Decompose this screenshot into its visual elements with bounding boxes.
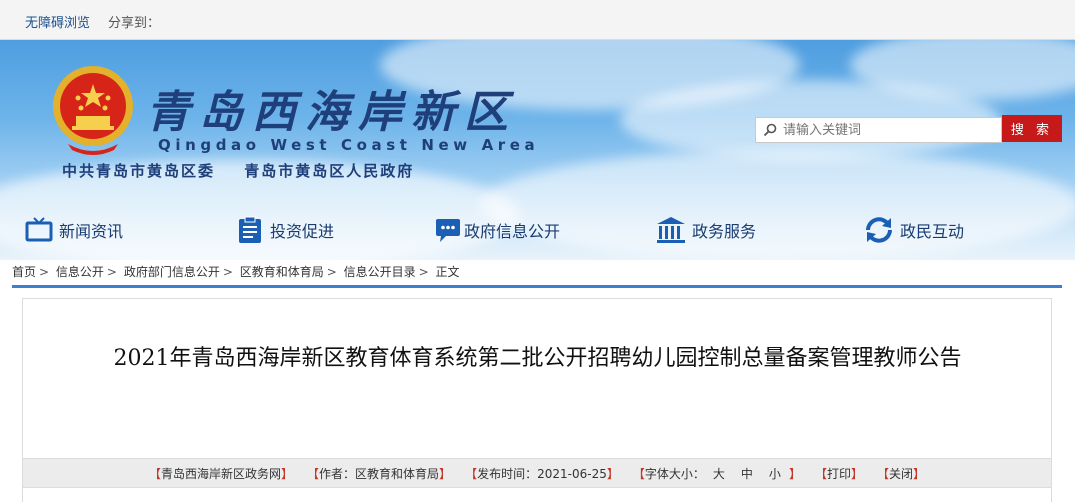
share-label: 分享到：	[108, 16, 161, 31]
nav-label: 政府信息公开	[464, 222, 561, 241]
breadcrumb-current: 正文	[435, 265, 460, 279]
breadcrumb-separator: >	[418, 265, 429, 279]
tv-icon	[25, 217, 53, 242]
font-size-label: 字体大小：	[644, 466, 705, 481]
breadcrumb-separator: >	[39, 265, 50, 279]
nav-item-news[interactable]: 新闻资讯	[25, 212, 123, 248]
main-nav: 新闻资讯 投资促进 政府信息公开 政务服务 政民互动	[0, 212, 1075, 252]
refresh-arrows-icon	[866, 217, 892, 243]
breadcrumb-dept-info[interactable]: 政府部门信息公开	[124, 265, 220, 279]
font-size-small[interactable]: 小	[769, 467, 781, 481]
clipboard-icon	[239, 216, 261, 243]
breadcrumb-separator: >	[222, 265, 233, 279]
breadcrumb-info-public[interactable]: 信息公开	[56, 265, 104, 279]
nav-item-investment[interactable]: 投资促进	[236, 212, 334, 248]
nav-label: 新闻资讯	[59, 222, 124, 241]
government-label: 青岛市黄岛区人民政府	[244, 162, 415, 180]
font-size-medium[interactable]: 中	[741, 467, 753, 481]
nav-item-services[interactable]: 政务服务	[656, 212, 756, 248]
search-box	[755, 117, 1002, 143]
chat-bubble-icon	[436, 219, 460, 242]
meta-date: 【发布时间：2021-06-25】	[465, 466, 619, 481]
breadcrumb-home[interactable]: 首页	[12, 265, 36, 279]
party-committee-label: 中共青岛市黄岛区委	[62, 162, 216, 180]
date-label: 发布时间：	[477, 466, 538, 481]
nav-label: 政务服务	[692, 222, 757, 241]
breadcrumb-separator: >	[326, 265, 337, 279]
search-icon	[763, 123, 777, 137]
accessibility-link[interactable]: 无障碍浏览	[25, 12, 90, 31]
nav-label: 投资促进	[270, 222, 335, 241]
close-link[interactable]: 关闭	[889, 467, 913, 481]
breadcrumb-education-bureau[interactable]: 区教育和体育局	[240, 265, 324, 279]
nav-label: 政民互动	[900, 222, 965, 241]
meta-source: 【青岛西海岸新区政务网】	[148, 466, 293, 481]
meta-close: 【关闭】	[877, 466, 926, 481]
article-meta-bar: 【青岛西海岸新区政务网】 【作者：区教育和体育局】 【发布时间：2021-06-…	[23, 458, 1051, 488]
nav-item-interaction[interactable]: 政民互动	[864, 212, 964, 248]
breadcrumb-separator: >	[106, 265, 117, 279]
site-authorities: 中共青岛市黄岛区委 青岛市黄岛区人民政府	[62, 160, 436, 181]
site-name: 青岛西海岸新区	[146, 87, 517, 138]
font-size-large[interactable]: 大	[713, 467, 725, 481]
meta-author: 【作者：区教育和体育局】	[307, 466, 452, 481]
date-text: 2021-06-25	[537, 466, 607, 481]
breadcrumb: 首页 > 信息公开 > 政府部门信息公开 > 区教育和体育局 > 信息公开目录 > 正文	[12, 263, 460, 280]
search-button[interactable]: 搜 索	[1002, 115, 1062, 142]
source-text: 青岛西海岸新区政务网	[160, 466, 281, 481]
print-link[interactable]: 打印	[827, 467, 851, 481]
author-label: 作者：	[319, 466, 356, 481]
national-emblem-icon	[53, 66, 133, 155]
search-input[interactable]	[783, 120, 995, 140]
meta-font-size: 【字体大小：大中小】	[632, 466, 801, 481]
top-bar: 无障碍浏览 分享到：	[0, 0, 1075, 40]
author-text: 区教育和体育局	[355, 466, 440, 481]
header-banner: 青岛西海岸新区 Qingdao West Coast New Area 中共青岛…	[0, 40, 1075, 260]
breadcrumb-catalog[interactable]: 信息公开目录	[344, 265, 416, 279]
nav-item-gov-info[interactable]: 政府信息公开	[434, 212, 560, 248]
site-name-en: Qingdao West Coast New Area	[158, 136, 540, 154]
government-building-icon	[657, 217, 685, 243]
article-title: 2021年青岛西海岸新区教育体育系统第二批公开招聘幼儿园控制总量备案管理教师公告	[113, 346, 962, 371]
meta-print: 【打印】	[814, 466, 863, 481]
